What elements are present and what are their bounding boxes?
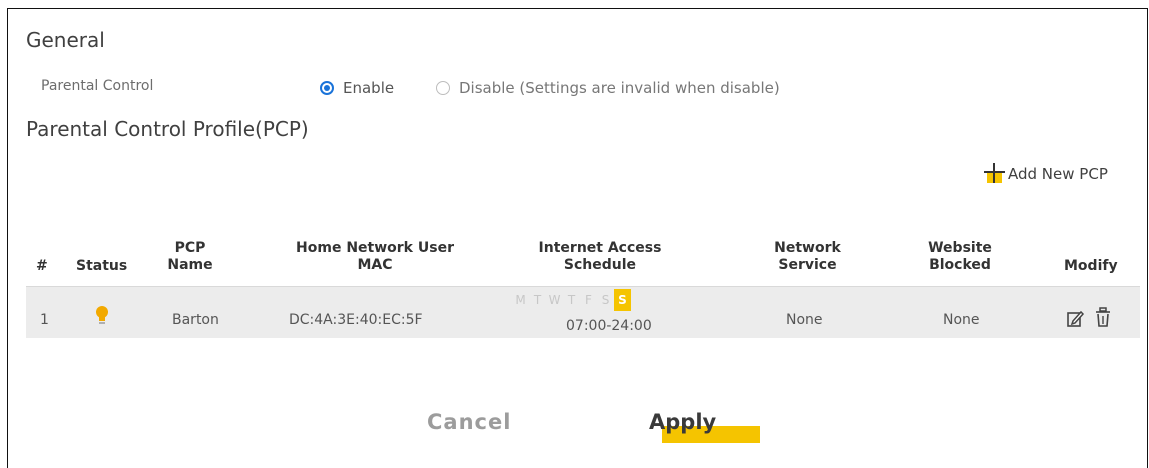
trash-icon[interactable]: [1095, 307, 1111, 328]
row-network-service: None: [786, 312, 823, 328]
header-modify: Modify: [1064, 258, 1118, 274]
schedule-time: 07:00-24:00: [566, 318, 652, 334]
row-mac: DC:4A:3E:40:EC:5F: [289, 312, 423, 328]
header-pcp-name-line1: PCP: [174, 240, 206, 256]
header-schedule-line1: Internet Access: [538, 240, 662, 256]
apply-button[interactable]: Apply: [649, 410, 716, 434]
header-mac-line2: MAC: [357, 257, 393, 273]
header-service: Network Service: [760, 240, 855, 274]
header-schedule-line2: Schedule: [563, 257, 637, 273]
radio-checked-icon: [320, 81, 334, 95]
add-new-pcp-label: Add New PCP: [1008, 164, 1108, 183]
plus-icon: [984, 163, 1005, 184]
header-schedule: Internet Access Schedule: [520, 240, 680, 274]
panel-frame: [7, 8, 1148, 468]
radio-unchecked-icon: [436, 81, 450, 95]
day-thu: T: [567, 293, 576, 307]
add-new-pcp-button[interactable]: Add New PCP: [984, 163, 1108, 184]
header-pcp-name-line2: Name: [167, 257, 213, 273]
header-blocked: Website Blocked: [910, 240, 1010, 274]
row-num: 1: [40, 312, 49, 328]
day-wed: W: [548, 293, 561, 307]
day-mon: M: [515, 293, 526, 307]
section-title-general: General: [26, 28, 105, 52]
parental-control-label: Parental Control: [41, 78, 154, 94]
row-pcp-name: Barton: [172, 312, 219, 328]
row-website-blocked: None: [943, 312, 980, 328]
header-blocked-line2: Blocked: [929, 257, 991, 273]
bulb-icon: [96, 306, 108, 324]
disable-radio[interactable]: Disable (Settings are invalid when disab…: [436, 79, 780, 97]
day-sat: S: [601, 293, 610, 307]
header-service-line2: Service: [778, 257, 837, 273]
header-blocked-line1: Website: [928, 240, 992, 256]
header-service-line1: Network: [774, 240, 841, 256]
header-pcp-name: PCP Name: [160, 240, 220, 274]
header-num: #: [36, 258, 48, 274]
enable-radio[interactable]: Enable: [320, 79, 394, 97]
enable-label: Enable: [343, 79, 395, 97]
cancel-button[interactable]: Cancel: [427, 410, 511, 434]
header-mac-line1: Home Network User: [296, 240, 454, 256]
section-title-pcp: Parental Control Profile(PCP): [26, 117, 309, 141]
disable-label: Disable (Settings are invalid when disab…: [459, 79, 780, 97]
schedule-days: M T W T F S S: [512, 289, 631, 311]
day-fri: F: [585, 293, 592, 307]
header-mac: Home Network User MAC: [270, 240, 480, 274]
edit-icon[interactable]: [1066, 309, 1085, 328]
header-status: Status: [76, 258, 128, 274]
day-sun: S: [614, 289, 631, 311]
day-tue: T: [533, 293, 542, 307]
